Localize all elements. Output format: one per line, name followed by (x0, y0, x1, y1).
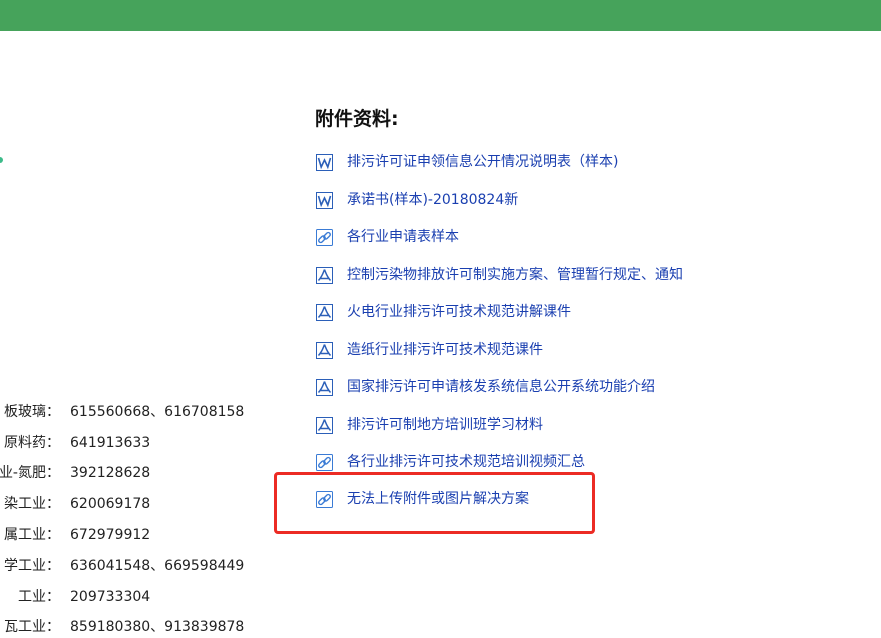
attachment-item[interactable]: 火电行业排污许可技术规范讲解课件 (316, 300, 571, 324)
attachment-item[interactable]: 承诺书(样本)-20180824新 (316, 188, 518, 212)
pdf-icon (316, 303, 333, 321)
contact-numbers: 672979912 (70, 527, 151, 543)
industry-name: 瓦工业： (4, 619, 60, 635)
word-doc-icon (316, 153, 333, 171)
contact-row: 染工业： 620069178 (0, 493, 260, 515)
contact-row: 原料药： 641913633 (0, 432, 260, 454)
link-icon (316, 453, 333, 471)
link-icon (316, 228, 333, 246)
contact-row: 工业： 209733304 (0, 586, 260, 608)
industry-name: 学工业： (4, 558, 60, 574)
industry-name: 染工业： (4, 496, 60, 512)
pdf-icon (316, 378, 333, 396)
industry-name: 原料药： (4, 435, 60, 451)
highlight-annotation-box (274, 472, 595, 534)
attachment-link[interactable]: 控制污染物排放许可制实施方案、管理暂行规定、通知 (347, 265, 683, 285)
attachment-item[interactable]: 控制污染物排放许可制实施方案、管理暂行规定、通知 (316, 263, 683, 287)
contact-numbers: 615560668、616708158 (70, 404, 245, 420)
pdf-icon (316, 266, 333, 284)
contact-row: 业-氮肥： 392128628 (0, 462, 260, 484)
top-header-bar (0, 0, 881, 31)
contact-numbers: 636041548、669598449 (70, 558, 245, 574)
contact-numbers: 392128628 (70, 465, 151, 481)
attachment-link[interactable]: 各行业排污许可技术规范培训视频汇总 (347, 452, 585, 472)
attachment-link[interactable]: 国家排污许可申请核发系统信息公开系统功能介绍 (347, 377, 655, 397)
attachment-item[interactable]: 国家排污许可申请核发系统信息公开系统功能介绍 (316, 375, 655, 399)
industry-name: 属工业： (4, 527, 60, 543)
attachment-link[interactable]: 排污许可制地方培训班学习材料 (347, 415, 543, 435)
word-doc-icon (316, 191, 333, 209)
contact-row: 学工业： 636041548、669598449 (0, 555, 260, 577)
contact-numbers: 641913633 (70, 435, 151, 451)
attachment-link[interactable]: 承诺书(样本)-20180824新 (347, 190, 518, 210)
pdf-icon (316, 416, 333, 434)
contact-row: 板玻璃： 615560668、616708158 (0, 401, 260, 423)
contact-row: 瓦工业： 859180380、913839878 (0, 616, 260, 638)
contact-row: 属工业： 672979912 (0, 524, 260, 546)
bullet-dot (0, 157, 3, 163)
industry-name: 业-氮肥： (0, 465, 60, 481)
attachment-link[interactable]: 火电行业排污许可技术规范讲解课件 (347, 302, 571, 322)
contact-numbers: 209733304 (70, 589, 151, 605)
attachment-link[interactable]: 造纸行业排污许可技术规范课件 (347, 340, 543, 360)
industry-name: 板玻璃： (4, 404, 60, 420)
attachment-link[interactable]: 各行业申请表样本 (347, 227, 459, 247)
pdf-icon (316, 341, 333, 359)
attachment-item[interactable]: 排污许可制地方培训班学习材料 (316, 413, 543, 437)
attachment-link[interactable]: 排污许可证申领信息公开情况说明表（样本) (347, 152, 618, 172)
attachment-item[interactable]: 排污许可证申领信息公开情况说明表（样本) (316, 150, 618, 174)
attachment-item[interactable]: 造纸行业排污许可技术规范课件 (316, 338, 543, 362)
attachment-item[interactable]: 各行业申请表样本 (316, 225, 459, 249)
attachment-item[interactable]: 各行业排污许可技术规范培训视频汇总 (316, 450, 585, 474)
attachments-heading: 附件资料: (315, 108, 399, 130)
industry-name: 工业： (18, 589, 60, 605)
contact-numbers: 859180380、913839878 (70, 619, 245, 635)
contact-numbers: 620069178 (70, 496, 151, 512)
